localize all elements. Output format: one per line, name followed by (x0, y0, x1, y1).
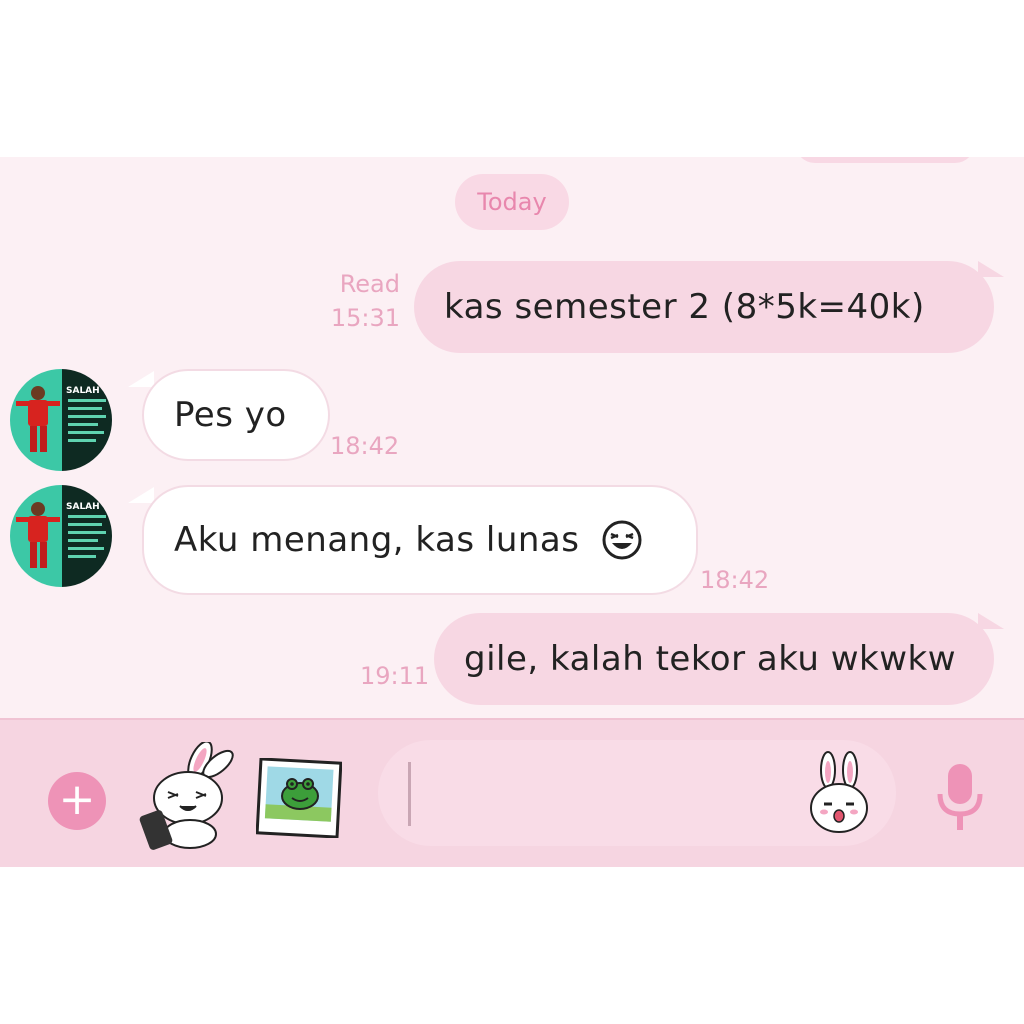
laughing-face-emoji (602, 520, 642, 560)
bubble-tail (978, 261, 1004, 277)
message-time: 19:11 (360, 662, 430, 690)
message-text: gile, kalah tekor aku wkwkw (464, 639, 957, 679)
previous-message-bubble (795, 157, 975, 163)
bunny-emoji-icon[interactable] (806, 750, 872, 838)
plus-icon[interactable]: + (48, 772, 106, 830)
message-text: Aku menang, kas lunas (174, 520, 580, 560)
avatar[interactable]: SALAH TO (10, 485, 112, 587)
message-time: 18:42 (330, 432, 400, 460)
bubble-tail (128, 487, 154, 503)
frog-photo-gallery-icon[interactable] (256, 758, 342, 838)
date-separator: Today (455, 174, 569, 230)
avatar[interactable]: SALAH TO (10, 369, 112, 471)
text-caret (408, 762, 411, 826)
message-time: 18:42 (700, 566, 770, 594)
avatar-text: SALAH TO (66, 386, 112, 396)
footballer-avatar-icon: SALAH TO (10, 369, 112, 471)
bubble-tail (128, 371, 154, 387)
message-text: Pes yo (174, 395, 287, 435)
chat-area[interactable]: Today Read 15:31 kas semester 2 (8*5k=40… (0, 157, 1024, 718)
plus-glyph: + (58, 774, 96, 825)
divider (0, 718, 1024, 720)
message-meta: Read 15:31 (318, 267, 400, 335)
message-bubble-incoming[interactable]: Pes yo (142, 369, 330, 461)
message-bubble-incoming[interactable]: Aku menang, kas lunas (142, 485, 698, 595)
date-separator-label: Today (477, 188, 547, 216)
message-bubble-outgoing[interactable]: gile, kalah tekor aku wkwkw (434, 613, 994, 705)
message-time: 15:31 (330, 304, 400, 332)
message-text: kas semester 2 (8*5k=40k) (444, 287, 925, 327)
message-bubble-outgoing[interactable]: kas semester 2 (8*5k=40k) (414, 261, 994, 353)
bubble-tail (978, 613, 1004, 629)
avatar-text: SALAH TO (66, 502, 112, 512)
footballer-avatar-icon: SALAH TO (10, 485, 112, 587)
bunny-sticker-icon[interactable] (138, 742, 234, 850)
microphone-icon[interactable] (932, 762, 988, 834)
read-status: Read (339, 270, 400, 298)
